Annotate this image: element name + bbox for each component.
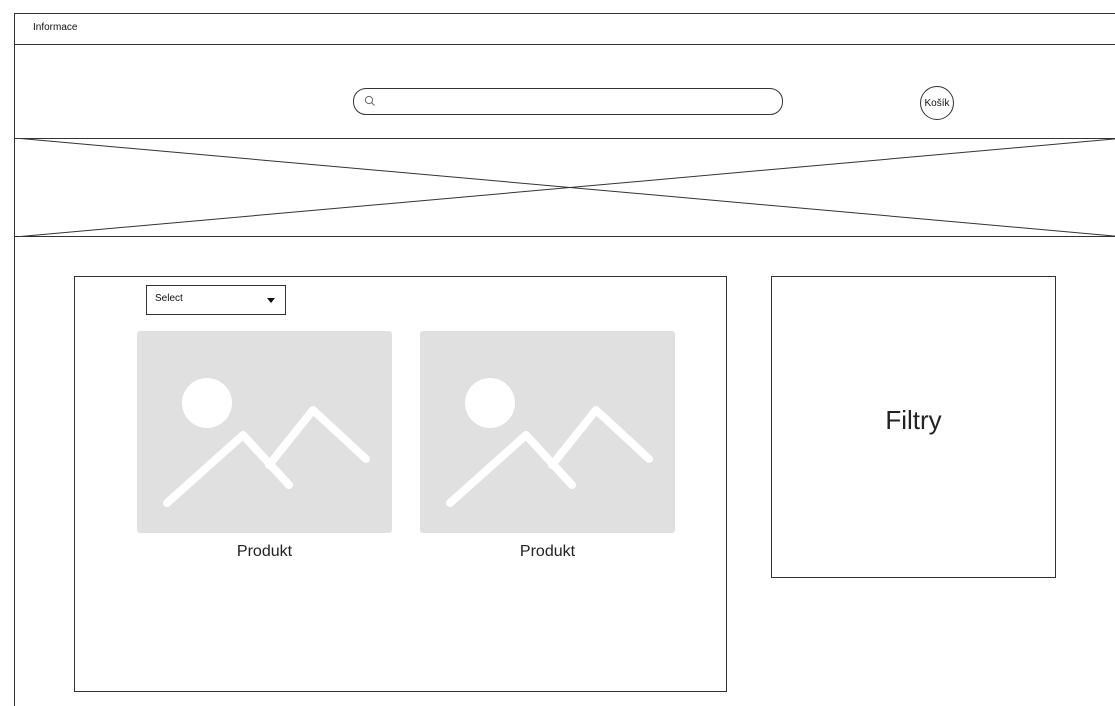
header: Košík bbox=[14, 44, 1115, 139]
product-label: Produkt bbox=[236, 543, 293, 560]
filters-panel: Filtry bbox=[771, 276, 1056, 578]
sort-select-value: Select bbox=[155, 293, 183, 304]
product-card[interactable]: Produkt bbox=[420, 331, 675, 586]
search-icon bbox=[364, 95, 375, 106]
chevron-down-icon bbox=[267, 298, 275, 303]
products-panel: Select Produkt Produkt bbox=[74, 276, 727, 692]
product-label: Produkt bbox=[519, 543, 576, 560]
hero-banner bbox=[14, 138, 1115, 237]
info-link[interactable]: Informace bbox=[33, 22, 77, 33]
image-placeholder-icon bbox=[163, 378, 370, 507]
info-bar: Informace bbox=[14, 13, 1115, 45]
product-image bbox=[420, 331, 675, 533]
filters-title: Filtry bbox=[885, 405, 942, 435]
image-placeholder-icon bbox=[446, 378, 653, 507]
page-left-edge bbox=[14, 236, 15, 706]
product-card[interactable]: Produkt bbox=[137, 331, 392, 586]
image-placeholder-icon bbox=[15, 138, 1115, 237]
cart-button[interactable]: Košík bbox=[920, 86, 954, 120]
search-input[interactable] bbox=[353, 88, 783, 115]
sort-select[interactable]: Select bbox=[146, 285, 286, 315]
product-image bbox=[137, 331, 392, 533]
